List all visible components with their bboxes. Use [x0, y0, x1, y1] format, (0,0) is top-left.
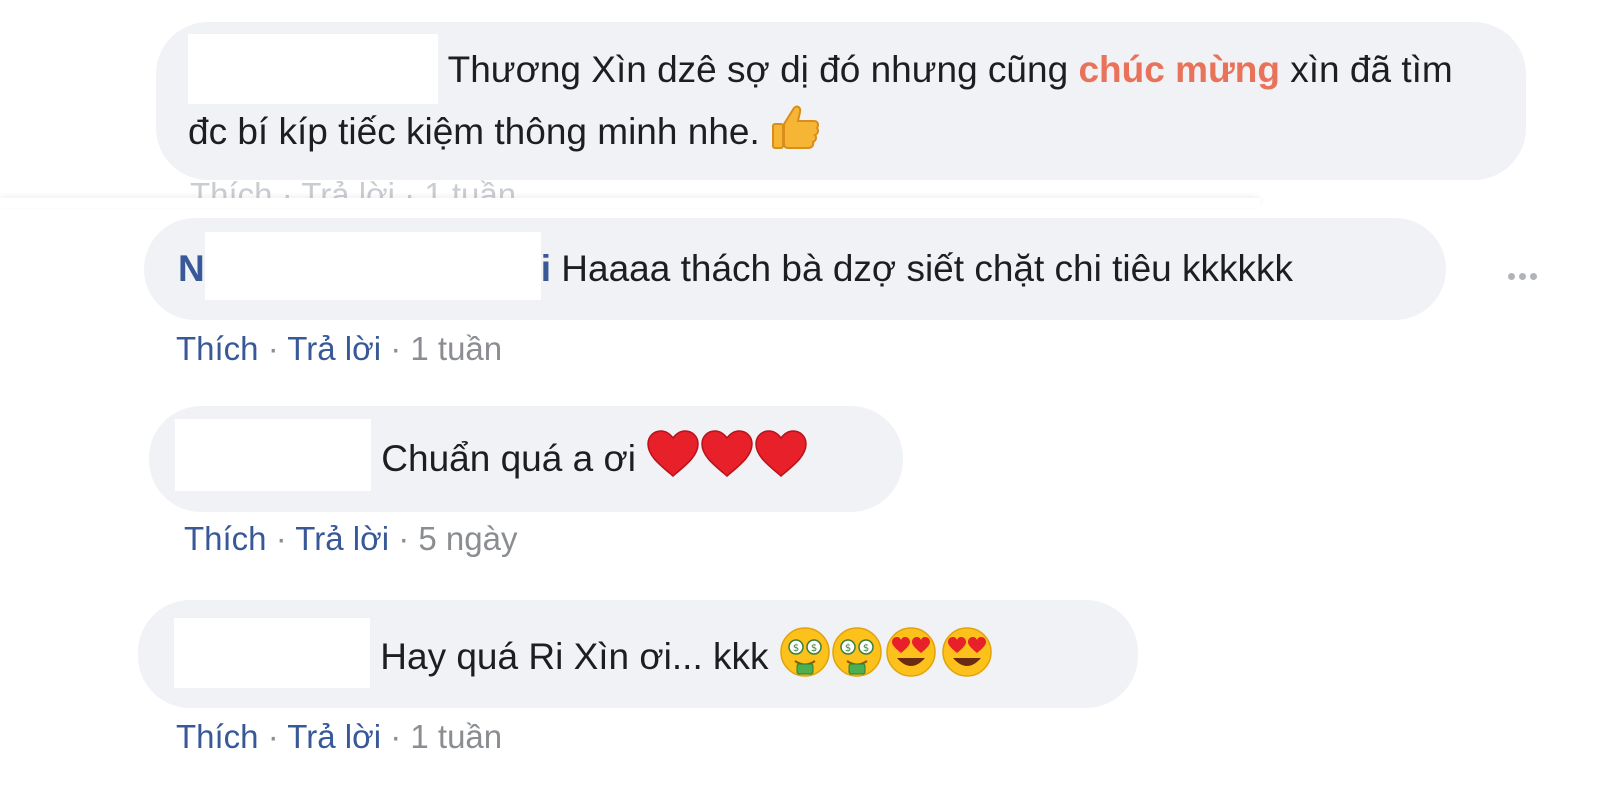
separator: · — [390, 718, 402, 755]
heart-eyes-face-icon — [883, 626, 939, 692]
timestamp[interactable]: 1 tuần — [410, 330, 502, 367]
more-horizontal-icon[interactable] — [1508, 273, 1537, 280]
comment-bubble-3: Chuẩn quá a ơi — [149, 406, 903, 512]
separator: · — [275, 520, 287, 557]
redacted-author-name — [204, 232, 541, 300]
timestamp[interactable]: 1 tuần — [410, 718, 502, 755]
reply-link[interactable]: Trả lời — [287, 330, 381, 367]
comment-actions-2: Thích · Trả lời · 1 tuần — [176, 330, 502, 368]
heart-icon — [754, 430, 808, 492]
svg-text:$: $ — [811, 643, 817, 654]
screenshot-crop-edge — [0, 198, 1260, 208]
comment-text: Hay quá Ri Xìn ơi... kkk — [380, 635, 769, 677]
like-link[interactable]: Thích — [176, 330, 259, 367]
author-name-suffix[interactable]: i — [541, 248, 551, 289]
money-mouth-face-icon: $ $ — [831, 626, 883, 692]
comment-actions-3: Thích · Trả lời · 5 ngày — [184, 520, 517, 558]
redacted-author-name — [174, 618, 370, 688]
comment-bubble-2: Ni Haaaa thách bà dzợ siết chặt chi tiêu… — [144, 218, 1446, 320]
separator: · — [398, 520, 410, 557]
comment-text: Chuẩn quá a ơi — [381, 437, 636, 479]
comment-text: Haaaa thách bà dzợ siết chặt chi tiêu kk… — [561, 247, 1294, 289]
heart-icon — [700, 430, 754, 492]
separator: · — [390, 330, 402, 367]
heart-eyes-face-icon — [939, 626, 995, 692]
comment-highlight-text: chúc mừng — [1078, 48, 1280, 90]
money-mouth-face-icon: $ $ — [779, 626, 831, 692]
separator: · — [267, 330, 279, 367]
author-name-prefix[interactable]: N — [178, 248, 205, 289]
like-link[interactable]: Thích — [176, 718, 259, 755]
comment-bubble-1: Thương Xìn dzê sợ dị đó nhưng cũng chúc … — [156, 22, 1526, 180]
like-link[interactable]: Thích — [184, 520, 267, 557]
reply-link[interactable]: Trả lời — [295, 520, 389, 557]
thumbs-up-icon — [770, 104, 820, 164]
reply-link[interactable]: Trả lời — [287, 718, 381, 755]
timestamp[interactable]: 5 ngày — [418, 520, 517, 557]
redacted-author-name — [188, 34, 438, 104]
comment-bubble-4: Hay quá Ri Xìn ơi... kkk $ $ $ $ — [138, 600, 1138, 708]
heart-icon — [646, 430, 700, 492]
comment-text-part1: Thương Xìn dzê sợ dị đó nhưng cũng — [447, 48, 1079, 90]
separator: · — [267, 718, 279, 755]
svg-text:$: $ — [863, 643, 869, 654]
comment-actions-4: Thích · Trả lời · 1 tuần — [176, 718, 502, 756]
svg-text:$: $ — [793, 643, 799, 654]
cropped-action-row: Thích · Trả lời · 1 tuần — [190, 176, 517, 213]
svg-text:$: $ — [845, 643, 851, 654]
redacted-author-name — [175, 419, 371, 491]
